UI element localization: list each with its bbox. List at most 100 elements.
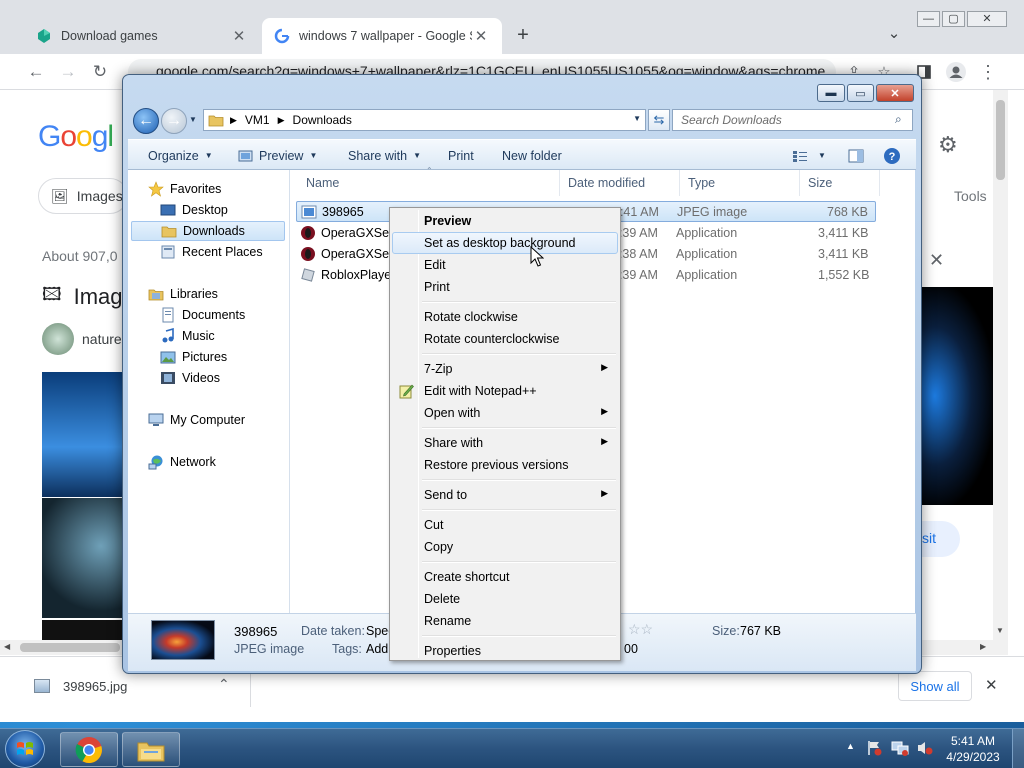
clock-time[interactable]: 5:41 AM xyxy=(943,734,1003,748)
new-tab-button[interactable]: + xyxy=(512,24,534,48)
menu-item-edit[interactable]: Edit xyxy=(392,254,618,276)
close-window-button[interactable]: ✕ xyxy=(967,11,1007,27)
start-button[interactable] xyxy=(5,730,45,768)
share-with-menu[interactable]: Share with ▼ xyxy=(348,140,421,171)
scroll-right-arrow-icon[interactable]: ▶ xyxy=(980,642,986,651)
explorer-close-button[interactable]: ✕ xyxy=(876,84,914,102)
clock-date[interactable]: 4/29/2023 xyxy=(943,750,1003,764)
explorer-search-input[interactable]: Search Downloads xyxy=(672,109,913,131)
taskbar-explorer-button[interactable] xyxy=(122,732,180,767)
image-result-thumbnail[interactable] xyxy=(42,498,126,618)
volume-muted-icon[interactable] xyxy=(916,740,934,756)
menu-item-share-with[interactable]: Share with ▶ xyxy=(392,432,618,454)
explorer-address-bar[interactable]: ▶ VM1 ▶ Downloads ▼ xyxy=(203,109,646,131)
menu-item-rotate-clockwise[interactable]: Rotate clockwise xyxy=(392,306,618,328)
taskbar-chrome-button[interactable] xyxy=(60,732,118,767)
tab-download-games[interactable]: Download games ✕ xyxy=(24,18,260,54)
close-preview-icon[interactable]: ✕ xyxy=(929,250,944,271)
tags-value[interactable]: Add xyxy=(366,642,388,656)
explorer-maximize-button[interactable]: ▭ xyxy=(847,84,874,102)
close-download-shelf-icon[interactable]: ✕ xyxy=(985,676,998,694)
help-icon[interactable]: ? xyxy=(883,140,901,171)
rating-stars[interactable]: ☆☆ xyxy=(628,621,653,638)
minimize-button[interactable]: — xyxy=(917,11,940,27)
preview-pane-icon[interactable] xyxy=(848,140,864,171)
menu-item-print[interactable]: Print xyxy=(392,276,618,298)
nav-network[interactable]: Network xyxy=(148,452,308,472)
details-fragment: 00 xyxy=(624,642,638,656)
scrollbar-thumb[interactable] xyxy=(996,100,1005,180)
tab-search-chevron-icon[interactable]: ⌄ xyxy=(884,24,904,46)
menu-item-send-to[interactable]: Send to ▶ xyxy=(392,484,618,506)
breadcrumb-downloads[interactable]: Downloads xyxy=(293,113,352,127)
nav-downloads[interactable]: Downloads xyxy=(131,221,285,241)
tab-close-icon[interactable]: ✕ xyxy=(472,27,490,45)
search-icon[interactable]: ⌕ xyxy=(895,112,902,127)
preview-image[interactable] xyxy=(920,287,993,505)
menu-item-properties[interactable]: Properties xyxy=(392,640,618,662)
menu-label: Edit xyxy=(424,258,446,272)
images-chip[interactable]: 🖼 Images xyxy=(38,178,128,214)
download-filename[interactable]: 398965.jpg xyxy=(63,679,127,694)
maximize-button[interactable]: ▢ xyxy=(942,11,965,27)
page-vertical-scrollbar[interactable]: ▼ xyxy=(993,90,1008,640)
menu-label: Send to xyxy=(424,488,468,502)
column-header-size[interactable]: Size xyxy=(800,170,880,196)
related-chip-nature[interactable]: nature xyxy=(42,322,122,356)
images-heading: 🖾 Imag xyxy=(42,282,123,312)
menu-item-rotate-counterclockwise[interactable]: Rotate counterclockwise xyxy=(392,328,618,350)
address-history-chevron-icon[interactable]: ▼ xyxy=(633,114,641,123)
show-all-button[interactable]: Show all xyxy=(898,671,972,701)
network-status-icon[interactable] xyxy=(891,740,909,756)
scroll-left-arrow-icon[interactable]: ◀ xyxy=(4,642,10,651)
menu-item-edit-with-notepadpp[interactable]: Edit with Notepad++ xyxy=(392,380,618,402)
settings-gear-icon[interactable]: ⚙ xyxy=(938,132,958,158)
menu-item-copy[interactable]: Copy xyxy=(392,536,618,558)
print-button[interactable]: Print xyxy=(448,140,474,171)
nav-libraries[interactable]: Libraries xyxy=(148,284,308,304)
menu-item-delete[interactable]: Delete xyxy=(392,588,618,610)
organize-menu[interactable]: Organize ▼ xyxy=(148,140,213,171)
menu-item-create-shortcut[interactable]: Create shortcut xyxy=(392,566,618,588)
tab-close-icon[interactable]: ✕ xyxy=(230,27,248,45)
menu-item-7-zip[interactable]: 7-Zip ▶ xyxy=(392,358,618,380)
recent-pages-chevron-icon[interactable]: ▼ xyxy=(189,115,197,124)
scrollbar-thumb[interactable] xyxy=(20,643,120,652)
column-header-name[interactable]: Name ⌃ xyxy=(298,166,560,196)
change-view-icon[interactable]: ▼ xyxy=(792,140,826,171)
refresh-icon[interactable]: ⇆ xyxy=(648,109,670,131)
show-desktop-button[interactable] xyxy=(1012,729,1024,768)
reload-icon[interactable]: ↻ xyxy=(88,61,112,83)
forward-arrow-icon[interactable]: → xyxy=(56,61,80,83)
action-center-flag-icon[interactable] xyxy=(866,740,882,756)
google-logo[interactable]: Googl xyxy=(38,120,114,154)
kebab-menu-icon[interactable]: ⋮ xyxy=(976,61,1000,83)
back-button-icon[interactable]: ← xyxy=(133,108,159,134)
column-header-date[interactable]: Date modified xyxy=(560,170,680,196)
image-result-thumbnail[interactable] xyxy=(42,372,126,497)
breadcrumb-vm1[interactable]: VM1 xyxy=(245,113,270,127)
column-header-type[interactable]: Type xyxy=(680,170,800,196)
menu-item-set-desktop-background[interactable]: Set as desktop background xyxy=(392,232,618,254)
tab-windows-7-wallpaper[interactable]: windows 7 wallpaper - Google Se ✕ xyxy=(262,18,502,54)
scroll-down-arrow-icon[interactable]: ▼ xyxy=(996,626,1004,635)
image-result-thumbnail[interactable] xyxy=(42,620,126,640)
new-folder-button[interactable]: New folder xyxy=(502,140,562,171)
preview-menu[interactable]: Preview ▼ xyxy=(238,140,317,171)
tools-link[interactable]: Tools xyxy=(954,188,987,204)
profile-avatar-icon[interactable] xyxy=(944,61,968,83)
folder-icon xyxy=(208,113,224,127)
nav-my-computer[interactable]: My Computer xyxy=(148,410,308,430)
show-hidden-icons-icon[interactable]: ▲ xyxy=(846,741,855,751)
explorer-minimize-button[interactable]: ▬ xyxy=(817,84,845,102)
back-arrow-icon[interactable]: ← xyxy=(24,61,48,83)
chevron-up-icon[interactable]: ⌃ xyxy=(218,676,230,693)
menu-item-restore-previous-versions[interactable]: Restore previous versions xyxy=(392,454,618,476)
menu-item-open-with[interactable]: Open with ▶ xyxy=(392,402,618,424)
forward-button-icon[interactable]: → xyxy=(161,108,187,134)
menu-item-preview[interactable]: Preview xyxy=(392,210,618,232)
nav-favorites[interactable]: Favorites xyxy=(148,179,308,199)
tab-strip: Download games ✕ windows 7 wallpaper - G… xyxy=(0,0,1024,54)
menu-item-cut[interactable]: Cut xyxy=(392,514,618,536)
menu-item-rename[interactable]: Rename xyxy=(392,610,618,632)
